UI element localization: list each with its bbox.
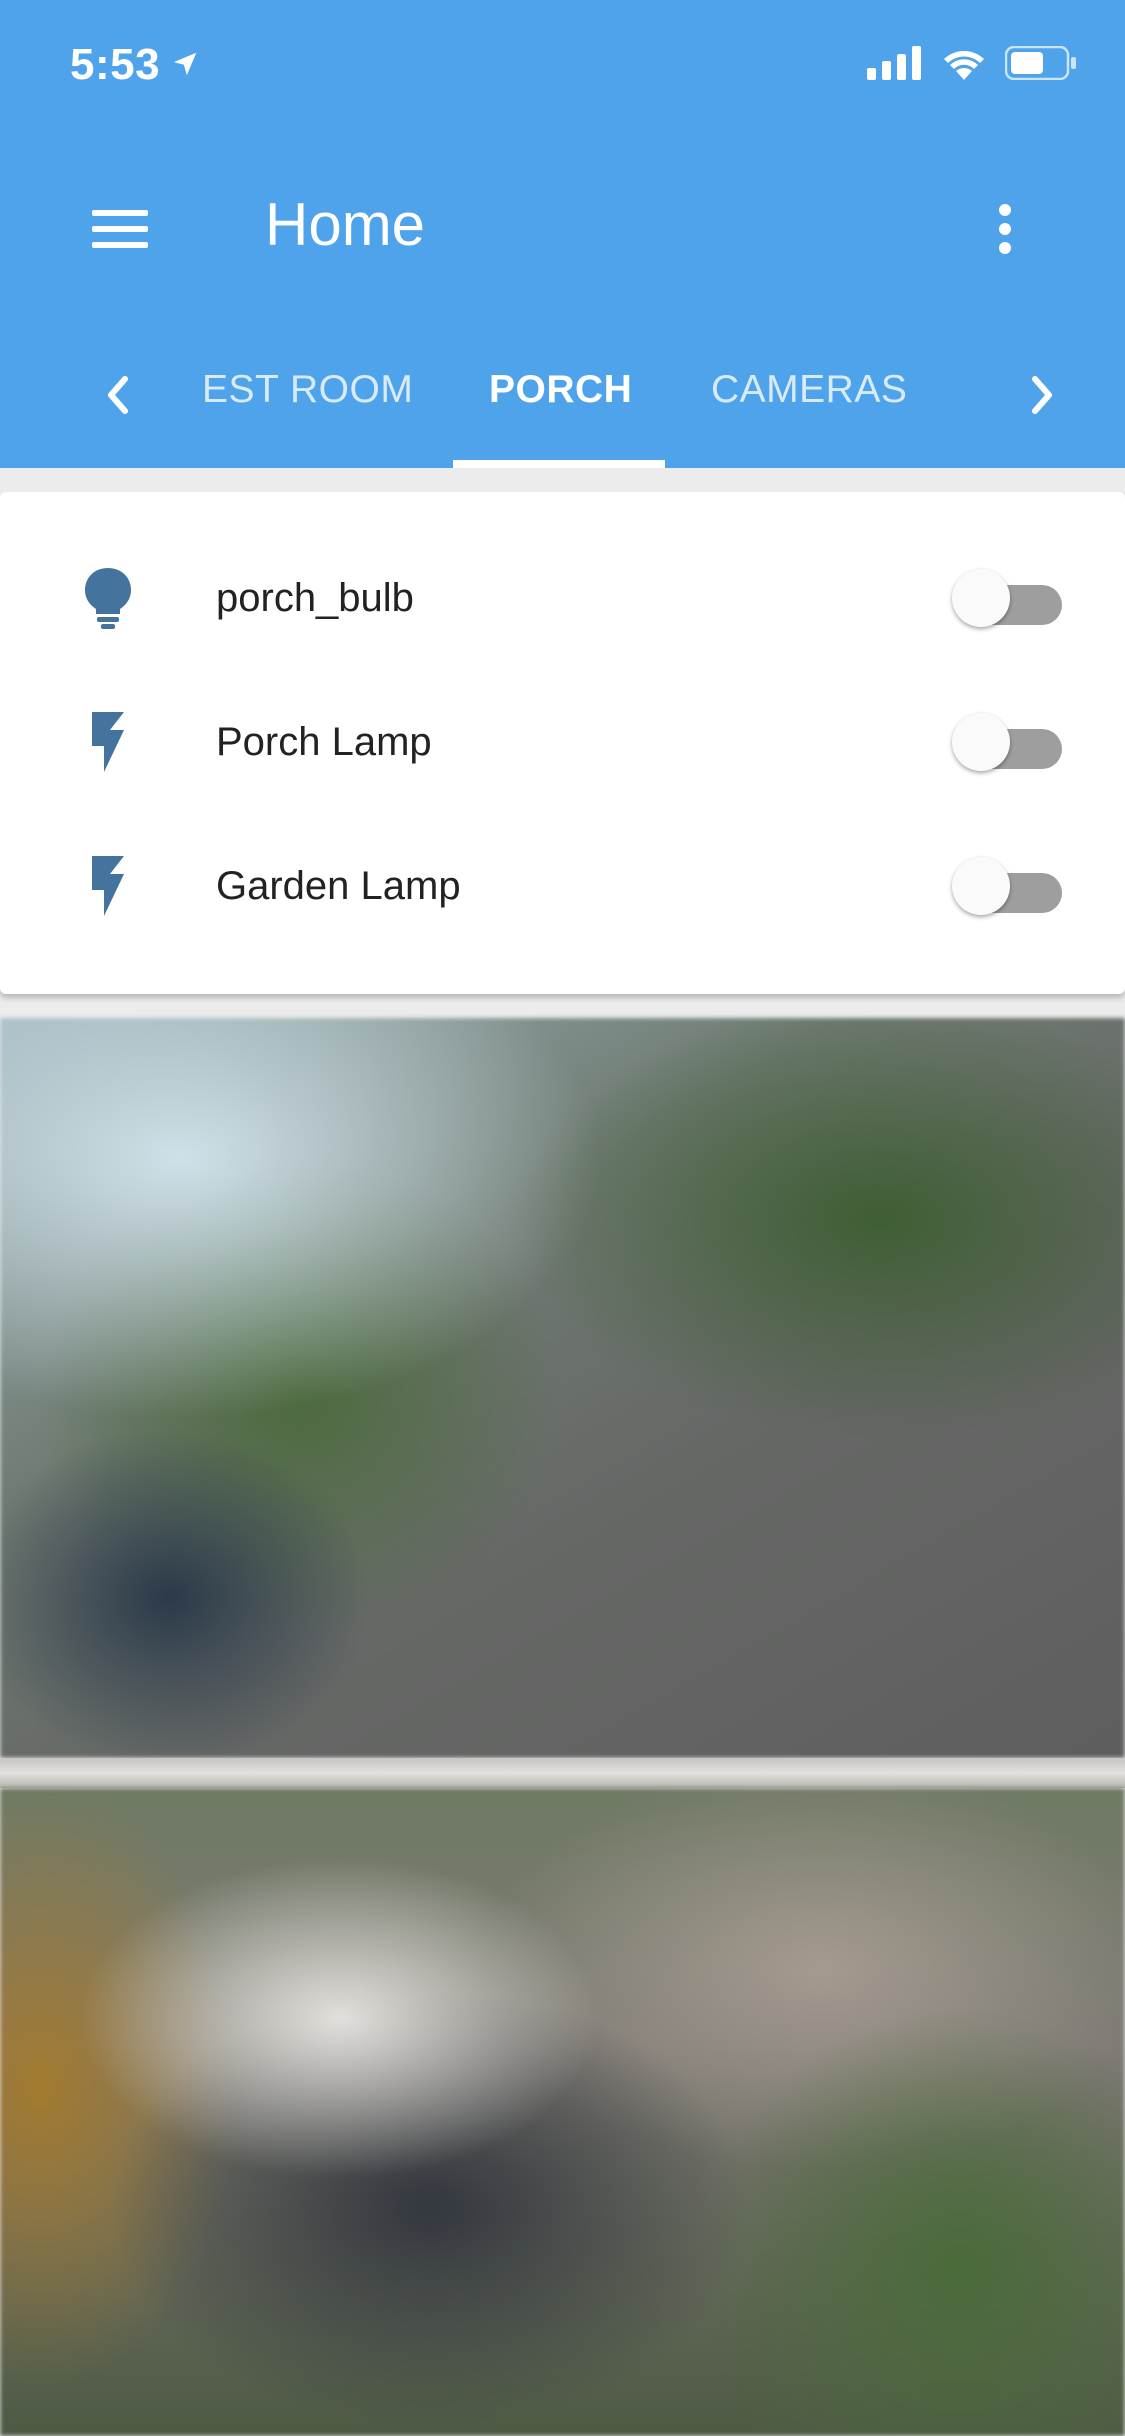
more-vert-icon[interactable] — [990, 196, 1020, 262]
entities-card: porch_bulb Porch Lamp Garden Lamp — [0, 492, 1125, 994]
app-header: 5:53 Home EST ROOM PORCH CAMERAS — [0, 0, 1125, 468]
chevron-left-icon[interactable] — [88, 362, 148, 428]
flash-icon — [78, 853, 138, 919]
tab-porch[interactable]: PORCH — [489, 368, 632, 412]
porch-lamp-toggle[interactable] — [952, 709, 1062, 775]
camera-feed-image[interactable] — [0, 1018, 1125, 1758]
status-icons — [867, 45, 1077, 85]
lightbulb-icon — [78, 565, 138, 631]
entity-row-porch-lamp[interactable]: Porch Lamp — [0, 682, 1125, 802]
signal-icon — [867, 46, 923, 85]
active-tab-indicator — [453, 460, 665, 468]
entity-name: Garden Lamp — [216, 863, 461, 908]
garden-lamp-toggle[interactable] — [952, 853, 1062, 919]
porch-bulb-toggle[interactable] — [952, 565, 1062, 631]
wifi-icon — [941, 46, 987, 85]
camera-feed-image[interactable] — [0, 1788, 1125, 2436]
tab-cameras[interactable]: CAMERAS — [711, 368, 907, 412]
camera-feed-separator — [0, 1758, 1125, 1788]
hamburger-menu-icon[interactable] — [80, 196, 160, 262]
page-title: Home — [265, 191, 426, 258]
tab-est-room[interactable]: EST ROOM — [202, 368, 413, 412]
entity-row-garden-lamp[interactable]: Garden Lamp — [0, 826, 1125, 946]
status-time: 5:53 — [70, 40, 200, 90]
chevron-right-icon[interactable] — [1012, 362, 1072, 428]
battery-icon — [1004, 45, 1077, 85]
flash-icon — [78, 709, 138, 775]
entity-row-porch-bulb[interactable]: porch_bulb — [0, 538, 1125, 658]
entity-name: porch_bulb — [216, 575, 414, 620]
location-arrow-icon — [170, 40, 200, 90]
entity-name: Porch Lamp — [216, 719, 432, 764]
